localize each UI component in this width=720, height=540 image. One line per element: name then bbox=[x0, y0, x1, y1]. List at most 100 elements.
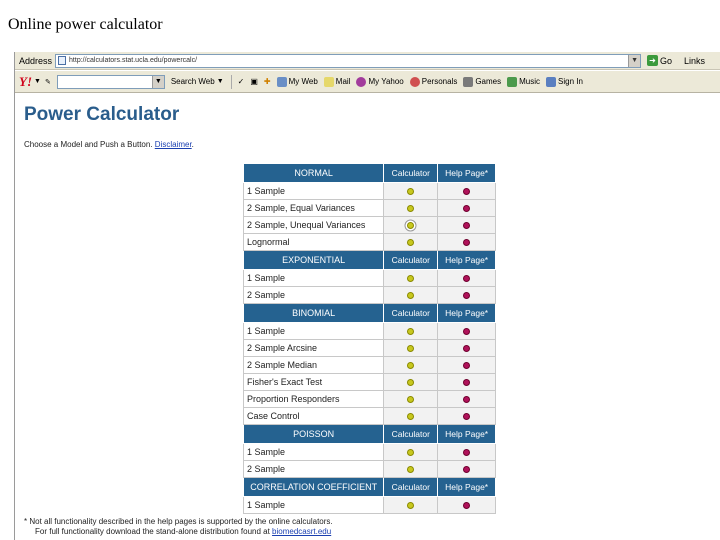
calculator-button-icon[interactable] bbox=[407, 345, 415, 353]
section-title: POISSON bbox=[242, 424, 385, 444]
calculator-cell bbox=[383, 496, 439, 514]
table-row: 2 Sample bbox=[242, 286, 496, 304]
help-page-cell bbox=[437, 407, 496, 425]
help-page-button-icon[interactable] bbox=[463, 396, 471, 404]
chevron-down-icon: ▼ bbox=[216, 78, 224, 85]
my-yahoo-button[interactable]: My Yahoo bbox=[356, 76, 404, 87]
calculator-button-icon[interactable] bbox=[407, 502, 415, 510]
calculator-button-icon[interactable] bbox=[407, 396, 415, 404]
calculator-button-icon[interactable] bbox=[407, 413, 415, 421]
help-page-column-header: Help Page* bbox=[437, 163, 496, 183]
links-label[interactable]: Links bbox=[684, 56, 705, 66]
calculator-button-icon[interactable] bbox=[407, 362, 415, 370]
checkmark-icon[interactable]: ✓ bbox=[238, 77, 245, 86]
page-title: Power Calculator bbox=[24, 104, 180, 125]
table-row: Fisher's Exact Test bbox=[242, 373, 496, 391]
section-title: NORMAL bbox=[242, 163, 385, 183]
intro-text: Choose a Model and Push a Button. Discla… bbox=[24, 140, 194, 149]
highlight-icon[interactable]: ▣ bbox=[250, 77, 258, 86]
table-row: 2 Sample, Equal Variances bbox=[242, 199, 496, 217]
help-page-cell bbox=[437, 216, 496, 234]
personals-button[interactable]: Personals bbox=[409, 76, 458, 87]
my-web-button[interactable]: My Web bbox=[276, 76, 318, 87]
help-page-button-icon[interactable] bbox=[463, 188, 471, 196]
calculator-column-header: Calculator bbox=[383, 163, 439, 183]
mail-button[interactable]: Mail bbox=[323, 76, 350, 87]
help-page-button-icon[interactable] bbox=[463, 328, 471, 336]
section-title: CORRELATION COEFFICIENT bbox=[242, 477, 385, 497]
page-content: Power Calculator Choose a Model and Push… bbox=[15, 94, 720, 540]
help-page-button-icon[interactable] bbox=[463, 275, 471, 283]
calculator-button-icon[interactable] bbox=[407, 379, 415, 387]
help-page-column-header: Help Page* bbox=[437, 250, 496, 270]
model-name: 1 Sample bbox=[242, 322, 385, 340]
table-row: 1 Sample bbox=[242, 496, 496, 514]
calculator-button-icon[interactable] bbox=[407, 292, 415, 300]
help-page-button-icon[interactable] bbox=[463, 379, 471, 387]
sign-in-label: Sign In bbox=[558, 77, 583, 86]
download-link[interactable]: biomedcasrt.edu bbox=[272, 527, 331, 536]
calculator-cell bbox=[383, 216, 439, 234]
help-page-cell bbox=[437, 460, 496, 478]
help-page-button-icon[interactable] bbox=[463, 205, 471, 213]
games-icon bbox=[463, 76, 474, 87]
chevron-down-icon[interactable]: ▼ bbox=[151, 75, 164, 88]
model-name: 2 Sample Arcsine bbox=[242, 339, 385, 357]
help-page-button-icon[interactable] bbox=[463, 413, 471, 421]
url-input[interactable]: http://calculators.stat.ucla.edu/powerca… bbox=[55, 53, 642, 68]
model-name: 1 Sample bbox=[242, 443, 385, 461]
calculator-button-icon[interactable] bbox=[407, 466, 415, 474]
chevron-down-icon[interactable]: ▼ bbox=[34, 78, 41, 85]
personals-label: Personals bbox=[421, 77, 458, 86]
calculator-column-header: Calculator bbox=[383, 477, 439, 497]
calculator-button-icon[interactable] bbox=[407, 328, 415, 336]
music-button[interactable]: Music bbox=[507, 76, 541, 87]
help-page-button-icon[interactable] bbox=[463, 362, 471, 370]
calculator-button-icon[interactable] bbox=[407, 449, 415, 457]
help-page-cell bbox=[437, 233, 496, 251]
help-page-cell bbox=[437, 286, 496, 304]
bookmark-icon[interactable]: ✚ bbox=[264, 77, 271, 86]
help-page-button-icon[interactable] bbox=[463, 502, 471, 510]
calculator-button-icon[interactable] bbox=[407, 188, 415, 196]
go-button[interactable]: ➜ Go bbox=[647, 55, 672, 66]
yahoo-logo[interactable]: Y! bbox=[19, 74, 32, 90]
model-name: 1 Sample bbox=[242, 269, 385, 287]
address-bar: Address http://calculators.stat.ucla.edu… bbox=[15, 52, 720, 70]
my-yahoo-label: My Yahoo bbox=[368, 77, 404, 86]
chevron-down-icon[interactable]: ▼ bbox=[628, 54, 641, 67]
sign-in-button[interactable]: Sign In bbox=[546, 76, 583, 87]
model-name: 2 Sample Median bbox=[242, 356, 385, 374]
help-page-button-icon[interactable] bbox=[463, 449, 471, 457]
help-page-button-icon[interactable] bbox=[463, 466, 471, 474]
search-web-label: Search Web bbox=[170, 77, 215, 86]
section-header-row: EXPONENTIAL Calculator Help Page* bbox=[242, 250, 496, 270]
table-row: Proportion Responders bbox=[242, 390, 496, 408]
calculator-button-icon[interactable] bbox=[407, 205, 415, 213]
help-page-button-icon[interactable] bbox=[463, 345, 471, 353]
pencil-icon[interactable]: ✎ bbox=[45, 78, 51, 86]
search-web-button[interactable]: Search Web ▼ bbox=[171, 77, 226, 86]
toolbar-search-input[interactable]: ▼ bbox=[56, 74, 165, 89]
model-name: 2 Sample bbox=[242, 460, 385, 478]
calculator-button-icon[interactable] bbox=[407, 222, 415, 230]
help-page-button-icon[interactable] bbox=[463, 239, 471, 247]
footnote-download: For full functionality download the stan… bbox=[35, 527, 331, 536]
calculator-button-icon[interactable] bbox=[407, 275, 415, 283]
divider bbox=[230, 74, 232, 89]
go-arrow-icon: ➜ bbox=[647, 55, 659, 66]
table-row: 1 Sample bbox=[242, 269, 496, 287]
games-button[interactable]: Games bbox=[463, 76, 501, 87]
help-page-cell bbox=[437, 199, 496, 217]
music-label: Music bbox=[519, 77, 541, 86]
help-page-column-header: Help Page* bbox=[437, 424, 496, 444]
calculator-button-icon[interactable] bbox=[407, 239, 415, 247]
help-page-cell bbox=[437, 443, 496, 461]
disclaimer-link[interactable]: Disclaimer bbox=[155, 140, 192, 149]
help-page-button-icon[interactable] bbox=[463, 222, 471, 230]
model-name: Fisher's Exact Test bbox=[242, 373, 385, 391]
table-row: 1 Sample bbox=[242, 443, 496, 461]
help-page-column-header: Help Page* bbox=[437, 303, 496, 323]
footnote-download-text: For full functionality download the stan… bbox=[35, 527, 270, 536]
help-page-button-icon[interactable] bbox=[463, 292, 471, 300]
